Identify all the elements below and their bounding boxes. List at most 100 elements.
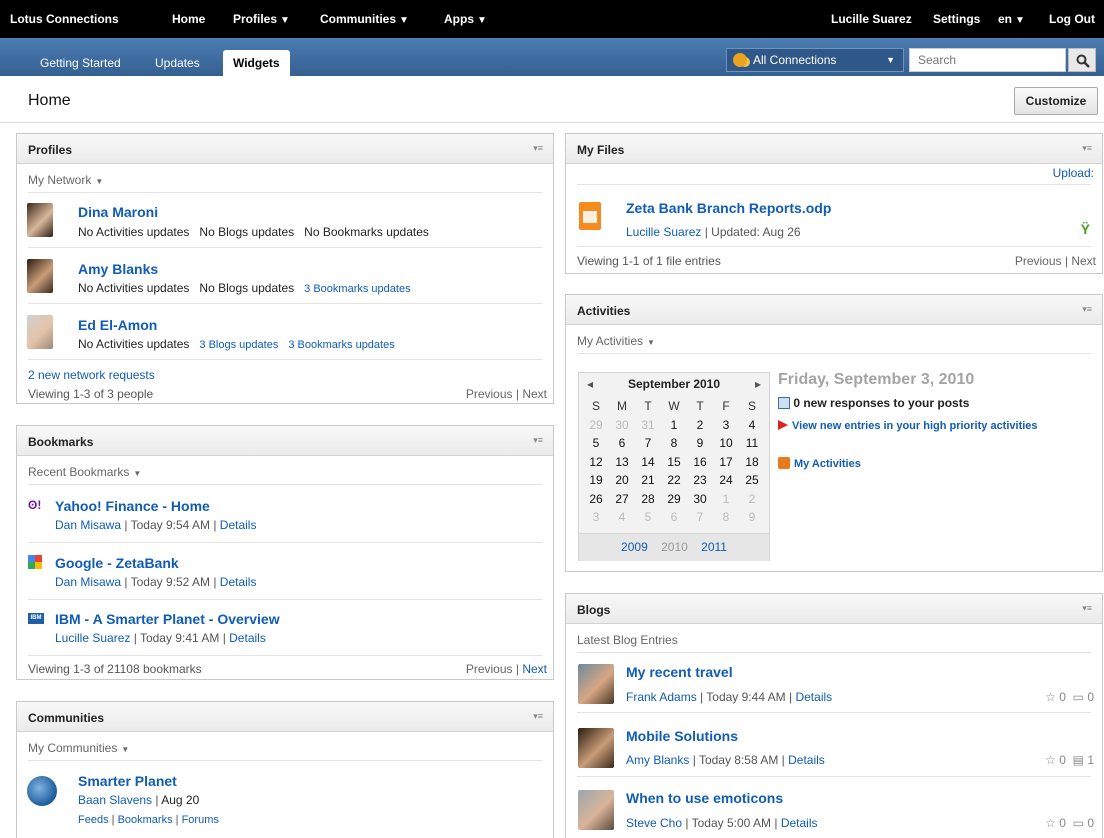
- author-link[interactable]: Dan Misawa: [55, 575, 121, 589]
- calendar-day[interactable]: 1: [661, 416, 687, 435]
- settings-link[interactable]: Settings: [933, 12, 980, 26]
- calendar-day[interactable]: 11: [739, 434, 765, 453]
- author-link[interactable]: Steve Cho: [626, 816, 682, 830]
- bookmarks-link[interactable]: Bookmarks: [118, 814, 173, 826]
- search-input[interactable]: [909, 48, 1066, 72]
- previous-link[interactable]: Previous: [1015, 254, 1062, 268]
- bookmarks-updates-link[interactable]: 3 Bookmarks updates: [304, 283, 410, 295]
- blogs-updates-link[interactable]: 3 Blogs updates: [199, 339, 278, 351]
- calendar-day[interactable]: 12: [583, 453, 609, 472]
- person-name[interactable]: Dina Maroni: [78, 204, 158, 220]
- community-name[interactable]: Smarter Planet: [78, 773, 177, 789]
- feeds-link[interactable]: Feeds: [78, 814, 109, 826]
- blog-title[interactable]: Mobile Solutions: [626, 728, 738, 744]
- calendar-day[interactable]: 25: [739, 471, 765, 490]
- calendar-day[interactable]: 23: [687, 471, 713, 490]
- person-name[interactable]: Amy Blanks: [78, 261, 158, 277]
- next-month-arrow-icon[interactable]: ▸: [755, 377, 761, 391]
- calendar-day[interactable]: 24: [713, 471, 739, 490]
- comment-icon[interactable]: ▭: [1073, 816, 1084, 830]
- communities-filter[interactable]: My Communities ▼: [28, 741, 129, 755]
- calendar-day[interactable]: 5: [583, 434, 609, 453]
- profiles-filter[interactable]: My Network ▼: [28, 173, 103, 187]
- previous-link[interactable]: Previous: [466, 662, 513, 676]
- comment-icon[interactable]: ▤: [1073, 753, 1084, 767]
- upload-link[interactable]: Upload:: [1053, 166, 1094, 180]
- calendar-day[interactable]: 8: [661, 434, 687, 453]
- calendar-day[interactable]: 7: [635, 434, 661, 453]
- calendar-day[interactable]: 17: [713, 453, 739, 472]
- widget-menu-icon[interactable]: ▾≡: [533, 435, 543, 446]
- tab-getting-started[interactable]: Getting Started: [30, 50, 131, 76]
- calendar-day[interactable]: 26: [583, 490, 609, 509]
- activities-filter[interactable]: My Activities ▼: [577, 334, 655, 348]
- calendar-day[interactable]: 18: [739, 453, 765, 472]
- customize-button[interactable]: Customize: [1014, 87, 1098, 115]
- details-link[interactable]: Details: [229, 631, 266, 645]
- star-icon[interactable]: ☆: [1045, 753, 1056, 767]
- calendar-day[interactable]: 16: [687, 453, 713, 472]
- author-link[interactable]: Frank Adams: [626, 690, 697, 704]
- comment-icon[interactable]: ▭: [1073, 690, 1084, 704]
- year-link[interactable]: 2009: [621, 540, 648, 554]
- calendar-day[interactable]: 2: [687, 416, 713, 435]
- calendar-day[interactable]: 29: [661, 490, 687, 509]
- previous-link[interactable]: Previous: [466, 387, 513, 401]
- star-icon[interactable]: ☆: [1045, 816, 1056, 830]
- author-link[interactable]: Dan Misawa: [55, 518, 121, 532]
- calendar-day[interactable]: 21: [635, 471, 661, 490]
- calendar-day[interactable]: 14: [635, 453, 661, 472]
- widget-menu-icon[interactable]: ▾≡: [1082, 603, 1092, 614]
- details-link[interactable]: Details: [781, 816, 818, 830]
- author-link[interactable]: Baan Slavens: [78, 793, 152, 807]
- avatar[interactable]: [578, 728, 614, 768]
- calendar-day[interactable]: 13: [609, 453, 635, 472]
- calendar-day[interactable]: 30: [687, 490, 713, 509]
- user-name-link[interactable]: Lucille Suarez: [831, 12, 912, 26]
- tab-widgets[interactable]: Widgets: [223, 50, 290, 76]
- avatar[interactable]: [27, 203, 53, 237]
- file-name[interactable]: Zeta Bank Branch Reports.odp: [626, 200, 831, 216]
- next-link[interactable]: Next: [522, 387, 547, 401]
- high-priority-link[interactable]: View new entries in your high priority a…: [778, 418, 1078, 434]
- calendar-day[interactable]: 28: [635, 490, 661, 509]
- widget-menu-icon[interactable]: ▾≡: [533, 711, 543, 722]
- calendar-day[interactable]: 10: [713, 434, 739, 453]
- bookmarks-updates-link[interactable]: 3 Bookmarks updates: [288, 339, 394, 351]
- tab-updates[interactable]: Updates: [145, 50, 210, 76]
- bookmarks-filter[interactable]: Recent Bookmarks ▼: [28, 465, 141, 479]
- calendar-day[interactable]: 19: [583, 471, 609, 490]
- calendar-day[interactable]: 9: [687, 434, 713, 453]
- nav-home[interactable]: Home: [172, 12, 205, 26]
- avatar[interactable]: [578, 664, 614, 704]
- details-link[interactable]: Details: [220, 518, 257, 532]
- widget-menu-icon[interactable]: ▾≡: [1082, 304, 1092, 315]
- next-link[interactable]: Next: [1071, 254, 1096, 268]
- author-link[interactable]: Lucille Suarez: [626, 225, 701, 239]
- person-name[interactable]: Ed El-Amon: [78, 317, 157, 333]
- next-link[interactable]: Next: [522, 662, 547, 676]
- language-menu[interactable]: en ▼: [998, 12, 1025, 26]
- avatar[interactable]: [27, 315, 53, 349]
- bookmark-title[interactable]: Google - ZetaBank: [55, 555, 179, 571]
- nav-profiles[interactable]: Profiles ▼: [233, 12, 290, 26]
- bookmark-title[interactable]: Yahoo! Finance - Home: [55, 498, 210, 514]
- widget-menu-icon[interactable]: ▾≡: [1082, 143, 1092, 154]
- calendar-day[interactable]: 22: [661, 471, 687, 490]
- blog-title[interactable]: My recent travel: [626, 664, 733, 680]
- details-link[interactable]: Details: [788, 753, 825, 767]
- details-link[interactable]: Details: [795, 690, 832, 704]
- calendar-day[interactable]: 27: [609, 490, 635, 509]
- avatar[interactable]: [27, 259, 53, 293]
- share-icon[interactable]: Ÿ: [1081, 221, 1090, 237]
- author-link[interactable]: Lucille Suarez: [55, 631, 130, 645]
- star-icon[interactable]: ☆: [1045, 690, 1056, 704]
- blog-title[interactable]: When to use emoticons: [626, 790, 783, 806]
- calendar-day[interactable]: 4: [739, 416, 765, 435]
- my-activities-link[interactable]: My Activities: [778, 457, 861, 470]
- calendar-day[interactable]: 20: [609, 471, 635, 490]
- details-link[interactable]: Details: [220, 575, 257, 589]
- network-requests-link[interactable]: 2 new network requests: [28, 368, 155, 382]
- search-scope-select[interactable]: All Connections ▼: [726, 48, 904, 72]
- widget-menu-icon[interactable]: ▾≡: [533, 143, 543, 154]
